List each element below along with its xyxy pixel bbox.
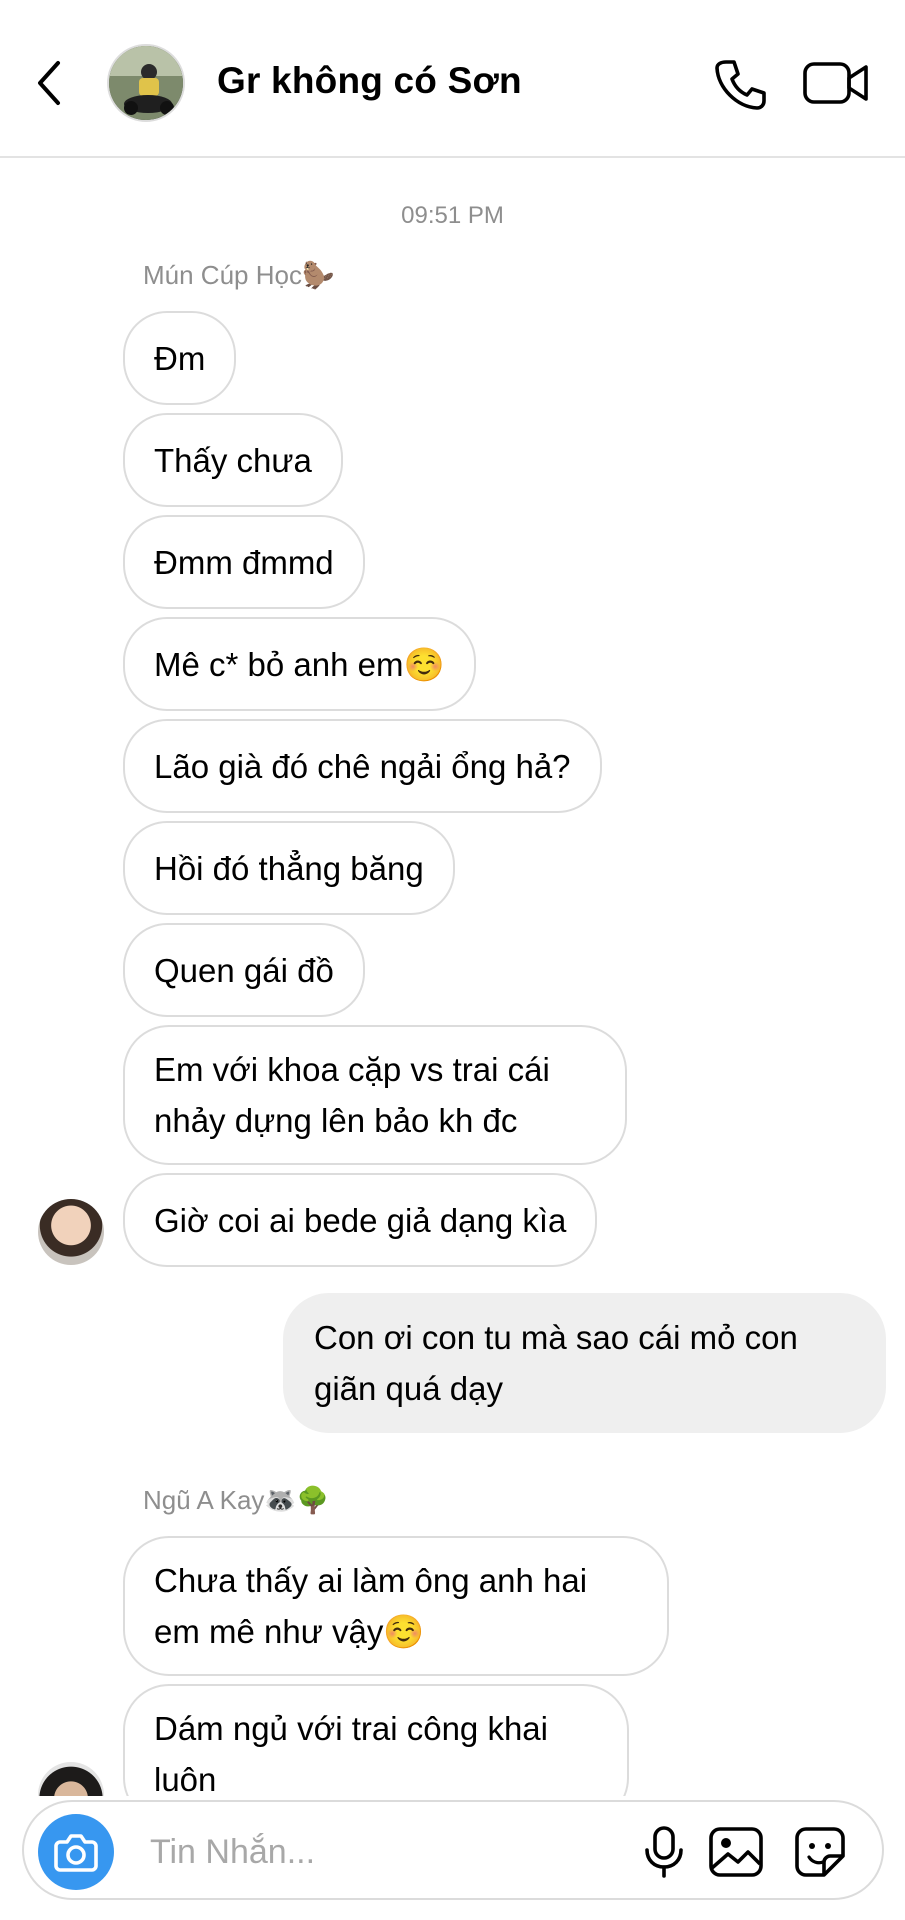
sender-avatar[interactable]: [38, 1762, 104, 1796]
voice-message-button[interactable]: [636, 1824, 692, 1880]
message-bubble[interactable]: Mê c* bỏ anh em☺️: [123, 617, 476, 711]
message-bubble[interactable]: Em với khoa cặp vs trai cái nhảy dựng lê…: [123, 1025, 627, 1165]
message-bubble[interactable]: Dám ngủ với trai công khai luôn: [123, 1684, 629, 1796]
message-bubble[interactable]: Chưa thấy ai làm ông anh hai em mê như v…: [123, 1536, 669, 1676]
chevron-left-icon: [38, 61, 60, 105]
sticker-icon: [795, 1827, 845, 1877]
message-bubble[interactable]: Thấy chưa: [123, 413, 343, 507]
microphone-icon: [645, 1826, 683, 1878]
phone-icon: [715, 60, 766, 110]
outgoing-message-bubble[interactable]: Con ơi con tu mà sao cái mỏ con giãn quá…: [283, 1293, 886, 1433]
message-bubble[interactable]: Hồi đó thẳng băng: [123, 821, 455, 915]
message-bubble[interactable]: Giờ coi ai bede giả dạng kìa: [123, 1173, 598, 1267]
video-camera-icon: [803, 62, 868, 104]
sender-name: Ngũ A Kay🦝🌳: [143, 1485, 330, 1515]
group-avatar[interactable]: [107, 44, 185, 122]
gallery-button[interactable]: [706, 1824, 766, 1880]
message-bubble[interactable]: Đmm đmmd: [123, 515, 365, 609]
message-bubble[interactable]: Đm: [123, 311, 237, 405]
sender-name: Mún Cúp Học🦫: [143, 260, 335, 290]
message-composer: [22, 1800, 884, 1900]
message-timestamp: 09:51 PM: [401, 202, 504, 229]
chat-title[interactable]: Gr không có Sơn: [217, 60, 522, 102]
chat-header: Gr không có Sơn: [0, 0, 905, 158]
sender-avatar[interactable]: [38, 1199, 104, 1265]
message-thread[interactable]: 09:51 PM Mún Cúp Học🦫 Đm Thấy chưa Đmm đ…: [0, 160, 905, 1796]
message-input[interactable]: [150, 1828, 630, 1876]
camera-button[interactable]: [38, 1814, 114, 1890]
message-bubble[interactable]: Quen gái đồ: [123, 923, 365, 1017]
camera-icon: [54, 1834, 98, 1872]
sticker-button[interactable]: [792, 1824, 848, 1880]
voice-call-button[interactable]: [712, 56, 768, 112]
back-button[interactable]: [30, 55, 70, 111]
gallery-icon: [709, 1827, 763, 1877]
video-call-button[interactable]: [802, 58, 870, 108]
message-bubble[interactable]: Lão già đó chê ngải ổng hả?: [123, 719, 602, 813]
